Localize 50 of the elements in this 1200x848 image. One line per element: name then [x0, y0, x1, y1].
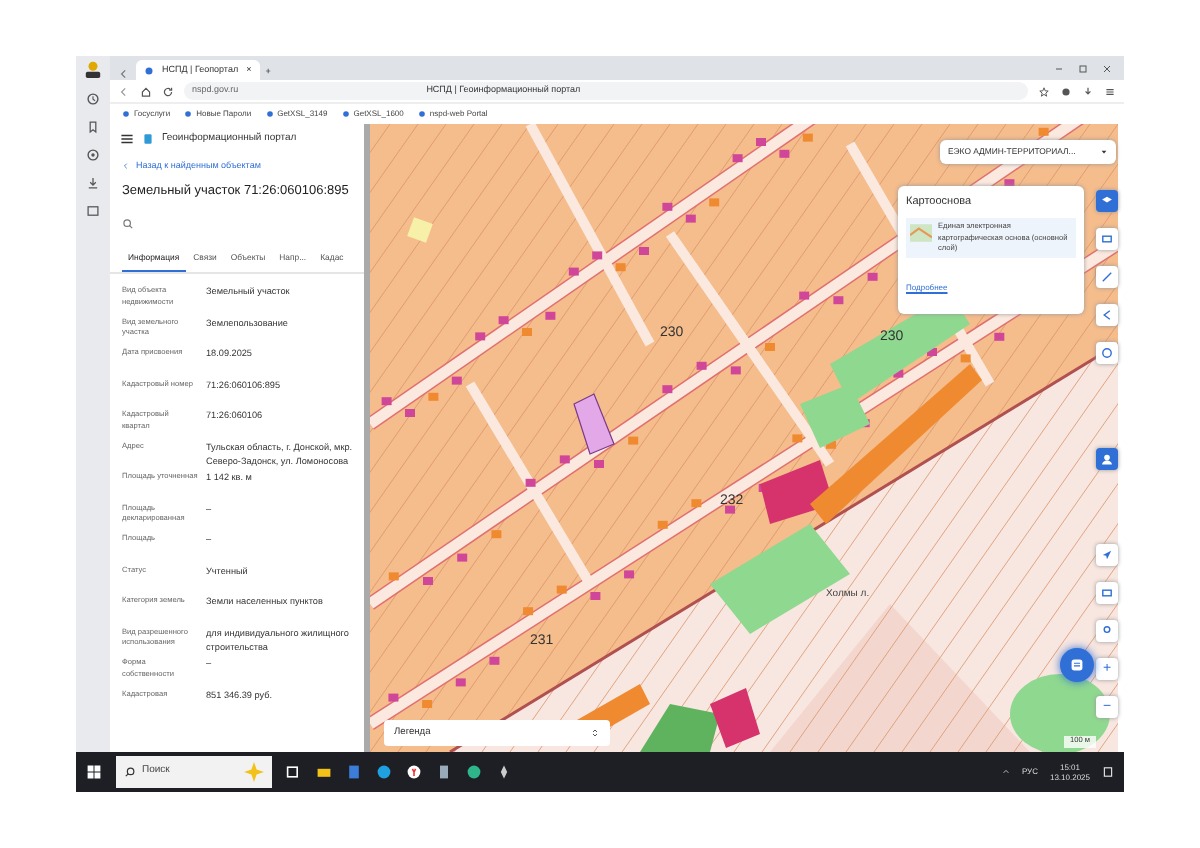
app-icon[interactable] — [346, 764, 362, 780]
task-view-icon[interactable] — [286, 764, 302, 780]
map-tool-button[interactable] — [1096, 228, 1118, 250]
extension-icon[interactable] — [1060, 85, 1072, 97]
browser-icon[interactable] — [376, 764, 392, 780]
share-icon — [1100, 308, 1114, 322]
notification-icon[interactable] — [1102, 766, 1114, 778]
settings-icon[interactable] — [86, 148, 100, 162]
map-tool-button[interactable] — [1096, 620, 1118, 642]
ruler-icon — [1100, 586, 1114, 600]
chevron-left-icon — [122, 161, 130, 170]
folder-icon[interactable] — [316, 764, 332, 780]
map-tool-button[interactable] — [1096, 304, 1118, 326]
search-icon — [122, 218, 134, 230]
map-tool-button[interactable] — [1096, 342, 1118, 364]
document-icon[interactable] — [436, 764, 452, 780]
bookmark-icon[interactable] — [86, 120, 100, 134]
sort-icon — [590, 728, 600, 738]
menu-icon[interactable] — [1104, 85, 1116, 97]
history-icon[interactable] — [86, 92, 100, 106]
map-tool-button[interactable] — [1096, 582, 1118, 604]
home-icon[interactable] — [140, 85, 152, 97]
user-icon — [1100, 452, 1114, 466]
close-icon[interactable] — [1102, 63, 1112, 73]
browser-icon[interactable] — [466, 764, 482, 780]
downloads-icon[interactable] — [1082, 85, 1094, 97]
sparkle-icon — [244, 762, 264, 782]
map-tool-button[interactable] — [1096, 448, 1118, 470]
download-icon[interactable] — [86, 176, 100, 190]
caret-icon — [1100, 148, 1108, 156]
map-tool-button[interactable] — [1096, 190, 1118, 212]
search-icon — [124, 766, 136, 778]
logo-icon — [142, 132, 154, 147]
screenshot-icon[interactable] — [86, 204, 100, 218]
print-icon — [1100, 232, 1114, 246]
menu-icon[interactable] — [120, 132, 134, 147]
refresh-icon[interactable] — [162, 85, 174, 97]
browser-icon[interactable] — [406, 764, 422, 780]
measure-icon — [1100, 270, 1114, 284]
profile-icon[interactable] — [84, 60, 102, 78]
windows-start-icon[interactable] — [86, 764, 102, 780]
location-icon — [1100, 548, 1114, 562]
layers-icon — [1100, 194, 1114, 208]
chat-icon — [1068, 656, 1086, 674]
maximize-icon[interactable] — [1078, 63, 1088, 73]
map-drawing[interactable] — [370, 124, 1118, 752]
bookmark-star-icon[interactable] — [1038, 85, 1050, 97]
map-thumbnail-icon — [910, 222, 932, 245]
map-tool-button[interactable] — [1096, 544, 1118, 566]
chevron-up-icon[interactable] — [1001, 768, 1010, 776]
